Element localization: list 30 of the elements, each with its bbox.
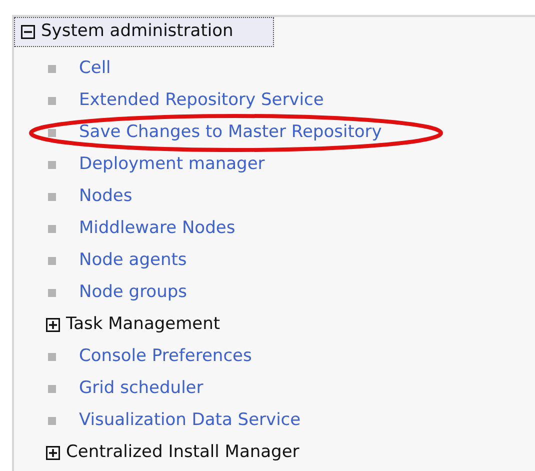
bullet-icon	[48, 289, 56, 297]
section-header[interactable]: System administration	[14, 17, 274, 47]
bullet-icon	[48, 97, 56, 105]
nav-link[interactable]: Nodes	[79, 184, 132, 210]
bullet-icon	[48, 257, 56, 265]
bullet-icon	[48, 225, 56, 233]
bullet-icon	[48, 193, 56, 201]
collapse-icon[interactable]	[21, 25, 35, 39]
bullet-icon	[48, 161, 56, 169]
nav-link[interactable]: Node agents	[79, 248, 187, 274]
tree-section[interactable]: Centralized Install Manager	[14, 437, 535, 469]
nav-link[interactable]: Middleware Nodes	[79, 216, 236, 242]
expand-icon[interactable]	[46, 446, 60, 460]
bullet-icon	[48, 65, 56, 73]
tree-section[interactable]: Task Management	[14, 309, 535, 341]
section-title: Task Management	[66, 313, 220, 336]
bullet-icon	[48, 417, 56, 425]
section-title: Centralized Install Manager	[66, 441, 300, 464]
bullet-icon	[48, 353, 56, 361]
nav-link[interactable]: Console Preferences	[79, 344, 252, 370]
nav-link[interactable]: Deployment manager	[79, 152, 265, 178]
expand-icon[interactable]	[46, 318, 60, 332]
nav-link[interactable]: Node groups	[79, 280, 188, 306]
nav-link[interactable]: Cell	[79, 56, 111, 82]
bullet-icon	[48, 385, 56, 393]
nav-link[interactable]: Extended Repository Service	[79, 88, 324, 114]
section-title: System administration	[41, 20, 234, 44]
nav-link[interactable]: Grid scheduler	[79, 376, 204, 402]
bullet-icon	[48, 129, 56, 137]
nav-link[interactable]: Visualization Data Service	[79, 408, 301, 434]
